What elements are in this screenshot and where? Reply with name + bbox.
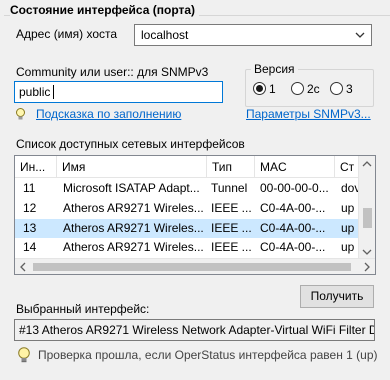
cell-name: Atheros AR9271 Wireles... <box>63 201 204 215</box>
table-row[interactable]: 12 Atheros AR9271 Wireles... IEEE ... C0… <box>15 199 359 218</box>
cell-name: Atheros AR9271 Wireles... <box>63 221 204 235</box>
column-header-index[interactable]: Ин... <box>15 156 57 178</box>
cell-type: IEEE ... <box>211 221 252 235</box>
cell-status: up <box>341 201 355 215</box>
community-value: public <box>19 85 51 99</box>
radio-version-2c[interactable] <box>291 82 304 95</box>
cell-status: dov <box>341 181 359 195</box>
cell-name: Atheros AR9271 Wireles... <box>63 240 204 254</box>
cell-index: 14 <box>23 240 37 254</box>
host-value: localhost <box>141 28 189 42</box>
selected-interface-value: #13 Atheros AR9271 Wireless Network Adap… <box>19 323 375 337</box>
table-row[interactable]: 11 Microsoft ISATAP Adapt... Tunnel 00-0… <box>15 179 359 198</box>
lightbulb-icon <box>14 108 27 120</box>
table-row[interactable]: 14 Atheros AR9271 Wireles... IEEE ... C0… <box>15 238 359 257</box>
chevron-down-icon[interactable] <box>353 27 367 43</box>
cell-index: 12 <box>23 201 37 215</box>
lightbulb-icon <box>17 347 31 364</box>
cell-index: 13 <box>23 221 37 235</box>
radio-version-3[interactable] <box>330 82 343 95</box>
cell-status: up <box>341 221 355 235</box>
cell-name: Microsoft ISATAP Adapt... <box>63 181 200 195</box>
radio-version-3-label: 3 <box>346 82 353 96</box>
snmpv3-params-link[interactable]: Параметры SNMPv3... <box>246 107 371 121</box>
scroll-right-icon[interactable] <box>359 259 375 275</box>
cell-type: IEEE ... <box>211 240 252 254</box>
column-header-type[interactable]: Тип <box>207 156 255 178</box>
radio-version-2c-label: 2c <box>307 82 320 96</box>
horizontal-scrollbar[interactable] <box>15 258 375 274</box>
table-row-selected[interactable]: 13 Atheros AR9271 Wireles... IEEE ... C0… <box>15 219 359 238</box>
interfaces-label: Список доступных сетевых интерфейсов <box>16 137 245 151</box>
community-input[interactable]: public <box>14 81 223 103</box>
cell-mac: 00-00-00-0... <box>260 181 329 195</box>
host-label: Адрес (имя) хоста <box>16 27 118 41</box>
hint-text: Проверка прошла, если OperStatus интерфе… <box>38 348 378 362</box>
version-title: Версия <box>251 62 298 76</box>
column-header-mac[interactable]: MAC <box>255 156 335 178</box>
radio-version-1[interactable] <box>253 82 266 95</box>
radio-version-1-label: 1 <box>269 82 276 96</box>
get-button[interactable]: Получить <box>300 285 374 308</box>
cell-type: Tunnel <box>211 181 248 195</box>
column-header-status[interactable]: Ст <box>335 156 359 178</box>
community-label: Community или user:: для SNMPv3 <box>16 65 209 79</box>
list-header: Ин... Имя Тип MAC Ст <box>15 156 359 178</box>
group-title: Состояние интерфейса (порта) <box>10 3 200 17</box>
cell-mac: C0-4A-00-... <box>260 240 326 254</box>
vertical-scroll-thumb[interactable] <box>363 208 372 228</box>
vertical-scrollbar[interactable] <box>358 156 375 260</box>
horizontal-scroll-thumb[interactable] <box>33 263 351 271</box>
hint-link[interactable]: Подсказка по заполнению <box>36 107 181 121</box>
cell-mac: C0-4A-00-... <box>260 201 326 215</box>
selected-interface-field[interactable]: #13 Atheros AR9271 Wireless Network Adap… <box>14 319 375 341</box>
interfaces-listview[interactable]: Ин... Имя Тип MAC Ст 11 Microsoft ISATAP… <box>14 155 376 275</box>
scroll-left-icon[interactable] <box>15 259 31 275</box>
scroll-up-icon[interactable] <box>359 156 375 172</box>
host-combobox[interactable]: localhost <box>134 24 372 46</box>
cell-status: up <box>341 240 355 254</box>
selected-interface-label: Выбранный интерфейс: <box>16 302 150 316</box>
text-caret <box>53 85 54 99</box>
cell-type: IEEE ... <box>211 201 252 215</box>
column-header-name[interactable]: Имя <box>57 156 207 178</box>
cell-index: 11 <box>23 181 36 195</box>
radio-dot <box>256 85 263 92</box>
cell-mac: C0-4A-00-... <box>260 221 326 235</box>
